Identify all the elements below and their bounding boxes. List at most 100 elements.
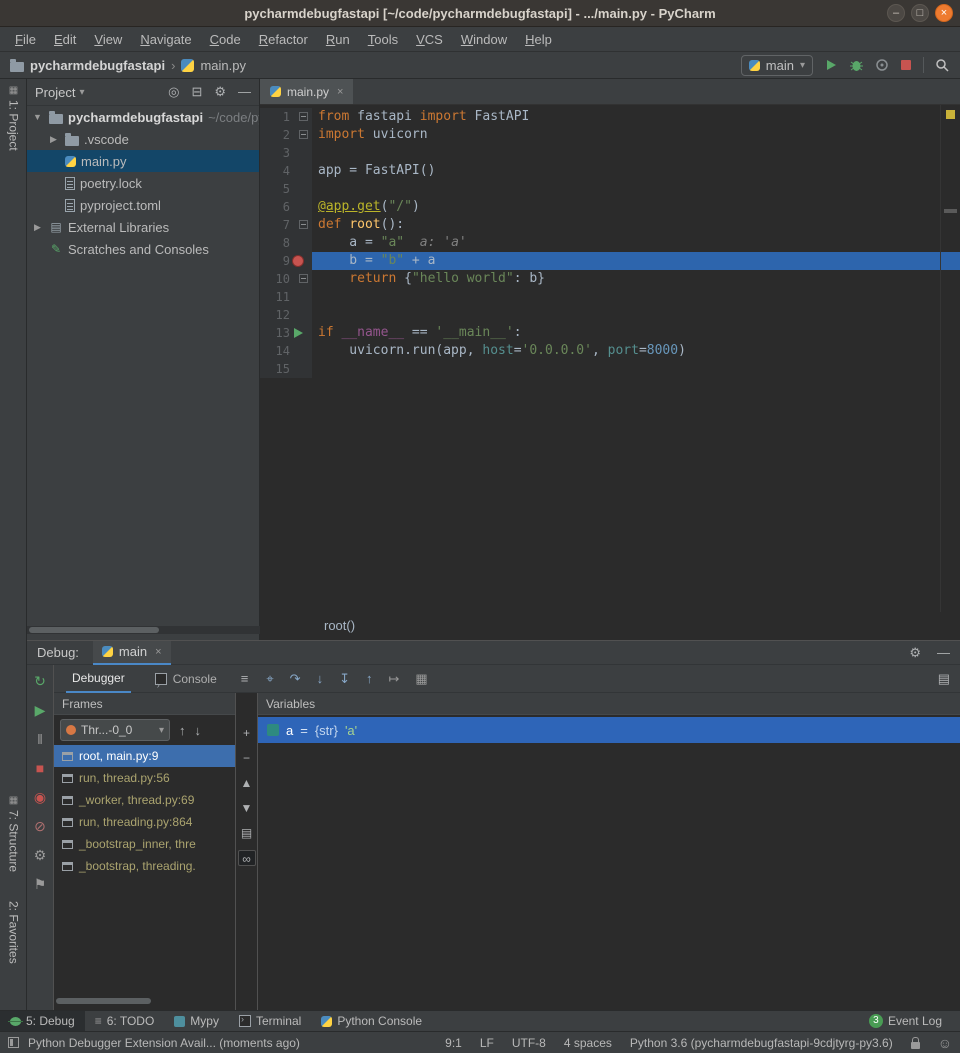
run-button[interactable] [824,58,838,72]
tree-item-pycharmdebugfastapi[interactable]: ▼pycharmdebugfastapi ~/code/pycharmdebug… [27,106,259,128]
mute-breakpoints-icon[interactable]: ⊘ [34,818,46,834]
run-to-cursor-icon[interactable]: ↦ [388,671,399,687]
code-line-7[interactable]: 7def root(): [260,216,960,234]
code-line-3[interactable]: 3 [260,144,960,162]
tree-item-vscode[interactable]: ▶.vscode [27,128,259,150]
tool-window-button-python-console[interactable]: Python Console [311,1011,432,1032]
encoding-indicator[interactable]: UTF-8 [512,1036,546,1050]
layout-settings-icon[interactable]: ▤ [938,671,960,687]
search-everywhere-button[interactable] [935,58,950,73]
tool-window-button-5-debug[interactable]: 5: Debug [0,1011,85,1032]
menu-item-navigate[interactable]: Navigate [131,32,200,47]
fold-marker-icon[interactable] [299,130,308,139]
breadcrumb-project[interactable]: pycharmdebugfastapi [30,58,165,73]
menu-item-vcs[interactable]: VCS [407,32,452,47]
caret-position[interactable]: 9:1 [445,1036,462,1050]
menu-item-code[interactable]: Code [201,32,250,47]
variable-row-a[interactable]: a = {str} 'a' [258,717,960,743]
inspections-hector-icon[interactable]: ☺ [938,1035,952,1051]
remove-watch-icon[interactable]: − [238,750,256,766]
code-line-15[interactable]: 15 [260,360,960,378]
menu-item-file[interactable]: File [6,32,45,47]
next-frame-icon[interactable]: ▼ [238,800,256,816]
code-line-5[interactable]: 5 [260,180,960,198]
code-line-12[interactable]: 12 [260,306,960,324]
frame-row-run-thread-py-56[interactable]: run, thread.py:56 [54,767,235,789]
run-line-icon[interactable] [294,328,303,338]
minimize-button[interactable]: – [887,4,905,22]
frame-row-bootstrap-threading[interactable]: _bootstrap, threading. [54,855,235,877]
frame-row-worker-thread-py-69[interactable]: _worker, thread.py:69 [54,789,235,811]
collapse-all-icon[interactable]: ⊟ [191,84,202,100]
inspection-marker[interactable] [946,110,955,119]
prev-frame-icon[interactable]: ▲ [238,775,256,791]
close-icon[interactable]: × [337,86,343,98]
tool-window-button-favorites[interactable]: 2: Favorites [0,901,27,964]
tool-window-button-event-log[interactable]: 3Event Log [859,1011,952,1032]
project-view-selector[interactable]: Project ▾ [35,85,85,100]
tree-expand-icon[interactable]: ▼ [31,112,44,122]
line-ending-indicator[interactable]: LF [480,1036,494,1050]
tool-window-button-structure[interactable]: ▦ 7: Structure [0,795,27,872]
code-line-11[interactable]: 11 [260,288,960,306]
copy-stack-icon[interactable]: ▤ [238,825,256,841]
code-line-4[interactable]: 4app = FastAPI() [260,162,960,180]
tool-window-toggle-icon[interactable] [8,1037,19,1048]
frame-row-bootstrap-inner-thre[interactable]: _bootstrap_inner, thre [54,833,235,855]
tab-debugger[interactable]: Debugger [66,665,131,693]
next-frame-icon[interactable]: ↓ [195,723,202,738]
resume-icon[interactable]: ▶ [35,702,46,718]
menu-item-refactor[interactable]: Refactor [250,32,317,47]
tool-window-button-terminal[interactable]: Terminal [229,1011,311,1032]
tree-item-poetry-lock[interactable]: poetry.lock [27,172,259,194]
settings-icon[interactable]: ⚙ [34,847,47,863]
code-line-8[interactable]: 8 a = "a" a: 'a' [260,234,960,252]
frame-row-root-main-py-9[interactable]: root, main.py:9 [54,745,235,767]
code-line-6[interactable]: 6@app.get("/") [260,198,960,216]
tab-console[interactable]: Console [149,665,223,693]
tree-item-external-libraries[interactable]: ▶▤External Libraries [27,216,259,238]
fold-marker-icon[interactable] [299,112,308,121]
run-configuration-select[interactable]: main ▾ [741,55,813,76]
menu-item-tools[interactable]: Tools [359,32,407,47]
status-message[interactable]: Python Debugger Extension Avail... (mome… [28,1036,300,1050]
interpreter-indicator[interactable]: Python 3.6 (pycharmdebugfastapi-9cdjtyrg… [630,1036,893,1050]
tool-window-button-6-todo[interactable]: ≡6: TODO [85,1011,165,1032]
indent-indicator[interactable]: 4 spaces [564,1036,612,1050]
debug-session-tab[interactable]: main × [93,641,171,665]
tree-item-pyproject-toml[interactable]: pyproject.toml [27,194,259,216]
code-line-2[interactable]: 2import uvicorn [260,126,960,144]
breadcrumb-file[interactable]: main.py [200,58,246,73]
tree-expand-icon[interactable]: ▶ [31,222,44,233]
stop-button[interactable] [900,59,912,71]
add-watch-icon[interactable]: + [238,725,256,741]
frame-row-run-threading-py-864[interactable]: run, threading.py:864 [54,811,235,833]
pin-icon[interactable]: ⚑ [34,876,47,892]
tool-window-button-project[interactable]: ▦ 1: Project [0,85,27,151]
restore-layout-icon[interactable]: ≡ [241,671,249,686]
force-step-into-icon[interactable]: ↧ [339,671,350,687]
fold-marker-icon[interactable] [299,220,308,229]
horizontal-scrollbar[interactable] [29,627,159,633]
step-over-icon[interactable]: ↷ [290,671,301,687]
code-line-10[interactable]: 10 return {"hello world": b} [260,270,960,288]
view-breakpoints-icon[interactable]: ◉ [34,789,46,805]
menu-item-edit[interactable]: Edit [45,32,85,47]
tree-expand-icon[interactable]: ▶ [47,134,60,145]
tree-item-main-py[interactable]: main.py [27,150,259,172]
rerun-debug-icon[interactable]: ↻ [34,673,46,689]
menu-item-help[interactable]: Help [516,32,561,47]
code-line-9[interactable]: 9 b = "b" + a [260,252,960,270]
show-return-values-icon[interactable]: ∞ [238,850,256,866]
close-button[interactable]: × [935,4,953,22]
step-into-icon[interactable]: ↓ [317,671,324,687]
hide-icon[interactable]: — [238,84,251,100]
code-line-13[interactable]: 13if __name__ == '__main__': [260,324,960,342]
code-line-1[interactable]: 1from fastapi import FastAPI [260,108,960,126]
prev-frame-icon[interactable]: ↑ [179,723,186,738]
menu-item-view[interactable]: View [85,32,131,47]
thread-selector[interactable]: Thr...-0_0 ▾ [60,719,170,741]
debug-button[interactable] [849,58,864,72]
code-line-14[interactable]: 14 uvicorn.run(app, host='0.0.0.0', port… [260,342,960,360]
editor-tab-mainpy[interactable]: main.py × [260,79,353,104]
